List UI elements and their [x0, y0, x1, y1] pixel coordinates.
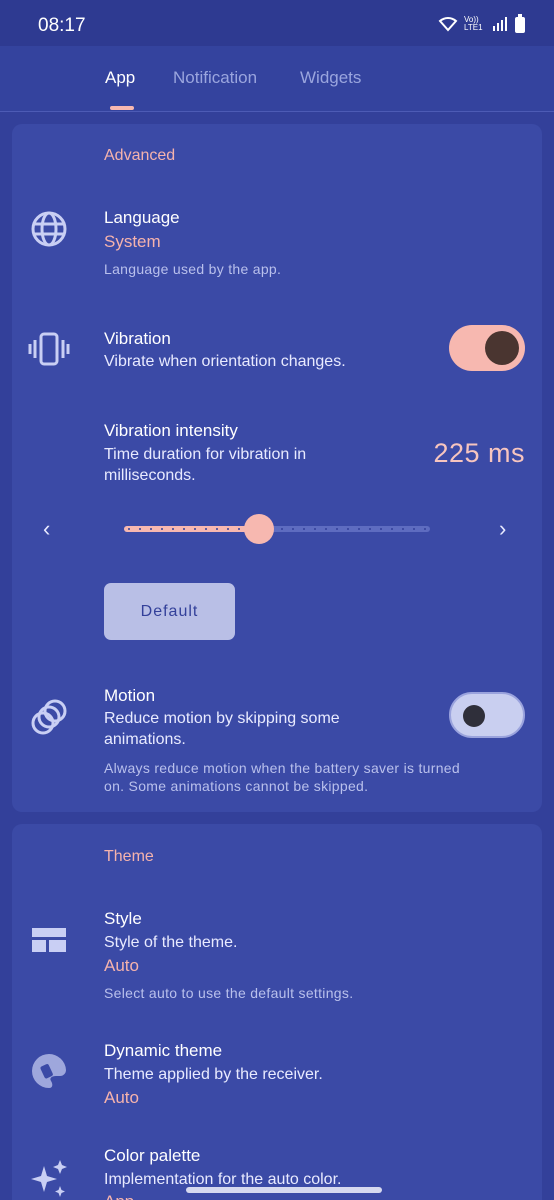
dynamic-theme-title: Dynamic theme [104, 1041, 223, 1060]
network-label: Vo)) LTE1 [464, 15, 483, 32]
intensity-slider-thumb[interactable] [244, 514, 274, 544]
chevron-right-icon[interactable]: › [499, 516, 506, 542]
home-indicator[interactable] [186, 1187, 382, 1193]
section-title-theme: Theme [104, 848, 154, 865]
vibration-icon [28, 328, 70, 370]
slider-tick [358, 528, 361, 530]
intensity-subtitle-2: milliseconds. [104, 467, 196, 484]
language-hint: Language used by the app. [104, 261, 282, 277]
style-subtitle: Style of the theme. [104, 934, 238, 951]
motion-rings-icon [28, 696, 70, 738]
tab-indicator [110, 106, 134, 110]
tab-app[interactable]: App [105, 68, 135, 88]
slider-tick [215, 528, 218, 530]
palette-icon [28, 1050, 70, 1092]
vibration-subtitle: Vibrate when orientation changes. [104, 353, 346, 370]
tab-notification[interactable]: Notification [173, 68, 257, 88]
dynamic-theme-value: Auto [104, 1088, 139, 1107]
vibration-toggle[interactable] [449, 325, 525, 371]
motion-hint-1: Always reduce motion when the battery sa… [104, 760, 460, 776]
status-icons: Vo)) LTE1 [438, 14, 526, 34]
slider-tick [368, 528, 371, 530]
slider-tick [160, 528, 163, 530]
style-title: Style [104, 909, 142, 928]
default-button[interactable]: Default [104, 583, 235, 640]
language-value: System [104, 232, 161, 251]
motion-subtitle-1: Reduce motion by skipping some [104, 710, 340, 727]
chevron-left-icon[interactable]: ‹ [43, 516, 50, 542]
slider-tick [379, 528, 382, 530]
style-hint: Select auto to use the default settings. [104, 985, 354, 1001]
globe-icon [28, 208, 70, 250]
advanced-card: Advanced Language System Language used b… [12, 124, 542, 812]
intensity-title: Vibration intensity [104, 421, 238, 440]
vibration-title: Vibration [104, 329, 171, 348]
motion-subtitle-2: animations. [104, 731, 186, 748]
slider-tick [314, 528, 317, 530]
intensity-subtitle-1: Time duration for vibration in [104, 446, 307, 463]
slider-tick [292, 528, 295, 530]
language-title: Language [104, 208, 180, 227]
slider-tick [193, 528, 196, 530]
slider-tick [128, 528, 130, 530]
slider-tick [423, 528, 426, 530]
motion-toggle[interactable] [449, 692, 525, 738]
slider-tick [325, 528, 328, 530]
battery-icon [515, 14, 525, 33]
dynamic-theme-subtitle: Theme applied by the receiver. [104, 1066, 323, 1083]
slider-tick [347, 528, 350, 530]
slider-tick [412, 528, 415, 530]
vibration-toggle-knob [485, 331, 519, 365]
slider-tick [138, 528, 141, 530]
wifi-icon [438, 17, 458, 32]
intensity-slider-ticks [124, 528, 430, 530]
slider-tick [226, 528, 229, 530]
slider-tick [401, 528, 404, 530]
slider-tick [149, 528, 152, 530]
color-palette-title: Color palette [104, 1146, 201, 1165]
slider-tick [303, 528, 306, 530]
slider-tick [281, 528, 284, 530]
motion-toggle-knob [463, 705, 485, 727]
slider-tick [336, 528, 339, 530]
motion-title: Motion [104, 686, 156, 705]
status-bar: 08:17 Vo)) LTE1 [0, 0, 554, 46]
slider-tick [182, 528, 185, 530]
motion-hint-2: on. Some animations cannot be skipped. [104, 778, 369, 794]
tab-widgets[interactable]: Widgets [300, 68, 361, 88]
section-title-advanced: Advanced [104, 147, 176, 164]
slider-tick [204, 528, 207, 530]
intensity-slider[interactable] [124, 514, 430, 544]
sparkle-icon [28, 1158, 70, 1200]
color-palette-value: App [104, 1192, 134, 1200]
style-value: Auto [104, 956, 139, 975]
layout-icon [28, 920, 70, 962]
intensity-value: 225 ms [433, 438, 525, 468]
slider-tick [171, 528, 174, 530]
theme-card: Theme Style Style of the theme. Auto Sel… [12, 824, 542, 1200]
slider-tick [390, 528, 393, 530]
signal-icon [493, 17, 507, 31]
tab-bar: App Notification Widgets [0, 46, 554, 112]
status-time: 08:17 [38, 15, 86, 36]
slider-tick [237, 528, 240, 530]
